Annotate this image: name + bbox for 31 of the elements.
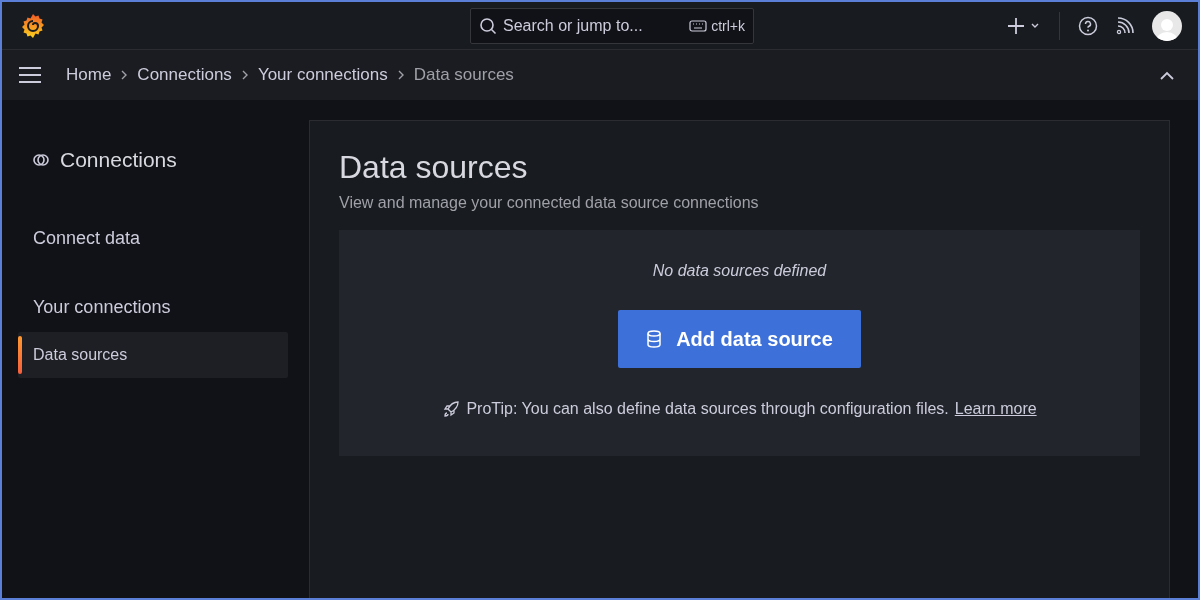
user-avatar[interactable] [1152, 10, 1182, 41]
page-title: Data sources [339, 149, 529, 186]
rocket-icon [442, 400, 461, 418]
search-input[interactable]: Search or jump to... [503, 16, 673, 35]
connections-icon [32, 151, 50, 169]
menu-icon[interactable] [18, 66, 42, 84]
sidebar-section-link[interactable]: Your connections [33, 297, 291, 318]
help-icon[interactable] [1078, 15, 1098, 36]
chevron-icon [121, 70, 128, 80]
keyboard-icon [689, 19, 708, 32]
search-icon [479, 16, 497, 35]
breadcrumb-link[interactable]: Data sources [413, 65, 514, 85]
database-icon [646, 330, 663, 348]
breadcrumb-link[interactable]: Home [66, 65, 112, 85]
rss-feed-icon[interactable] [1116, 16, 1134, 35]
learn-more-link[interactable]: Learn more [954, 400, 1037, 418]
sidebar-title: Connections [60, 148, 177, 172]
chevron-icon [241, 70, 248, 80]
add-data-source-button[interactable]: Add data source [618, 310, 861, 368]
breadcrumb-link[interactable]: Connections [137, 65, 232, 85]
breadcrumb-link[interactable]: Your connections [257, 65, 388, 85]
empty-message: No data sources defined [652, 262, 827, 280]
protip-text: ProTip: You can also define data sources through configuration files. [466, 400, 949, 418]
search-field[interactable]: Search or jump to... ctrl+k [470, 7, 754, 44]
add-menu-button[interactable] [1007, 16, 1041, 35]
shortcut-hint: ctrl+k [711, 17, 745, 34]
sidebar-section-link[interactable]: Connect data [33, 228, 291, 249]
page-subtitle: View and manage your connected data source connections [339, 194, 760, 212]
collapse-icon[interactable] [1160, 70, 1174, 80]
sidebar-item[interactable]: Data sources [18, 332, 288, 378]
chevron-icon [397, 70, 404, 80]
